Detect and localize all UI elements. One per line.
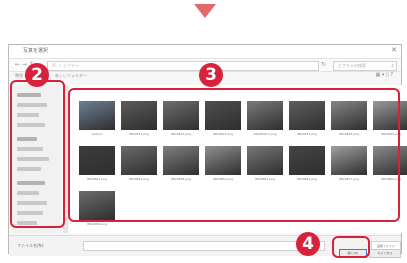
dialog-title: 写真を選択 <box>23 48 49 54</box>
step-4-badge: 4 <box>296 232 320 256</box>
content-highlight-frame <box>68 88 400 222</box>
view-options-icon[interactable]: ▦ ▾ ▯ ? <box>376 72 393 78</box>
open-button-highlight-frame <box>332 236 370 258</box>
filename-label: ファイル名(N): <box>17 243 45 248</box>
step-2-badge: 2 <box>25 63 49 87</box>
new-folder-button[interactable]: 新しいフォルダー <box>55 73 87 79</box>
close-icon[interactable]: ✕ <box>391 46 397 55</box>
refresh-icon[interactable]: ↻ <box>321 61 326 68</box>
search-icon: ⌕ <box>391 63 394 69</box>
down-arrow-icon <box>194 4 216 18</box>
search-placeholder: ピクチャの検索 <box>338 63 366 68</box>
path-field[interactable]: PC > ピクチャ <box>47 61 319 71</box>
filename-input[interactable] <box>83 241 325 251</box>
title-bar: 写真を選択 ✕ <box>9 45 401 59</box>
file-name: IMG0900.png <box>86 222 108 226</box>
path-text: PC > ピクチャ <box>52 63 80 68</box>
sidebar-highlight-frame <box>10 80 65 228</box>
cancel-button[interactable]: キャンセル <box>369 249 401 258</box>
search-input[interactable]: ピクチャの検索 ⌕ <box>333 61 397 71</box>
step-3-badge: 3 <box>199 63 223 87</box>
